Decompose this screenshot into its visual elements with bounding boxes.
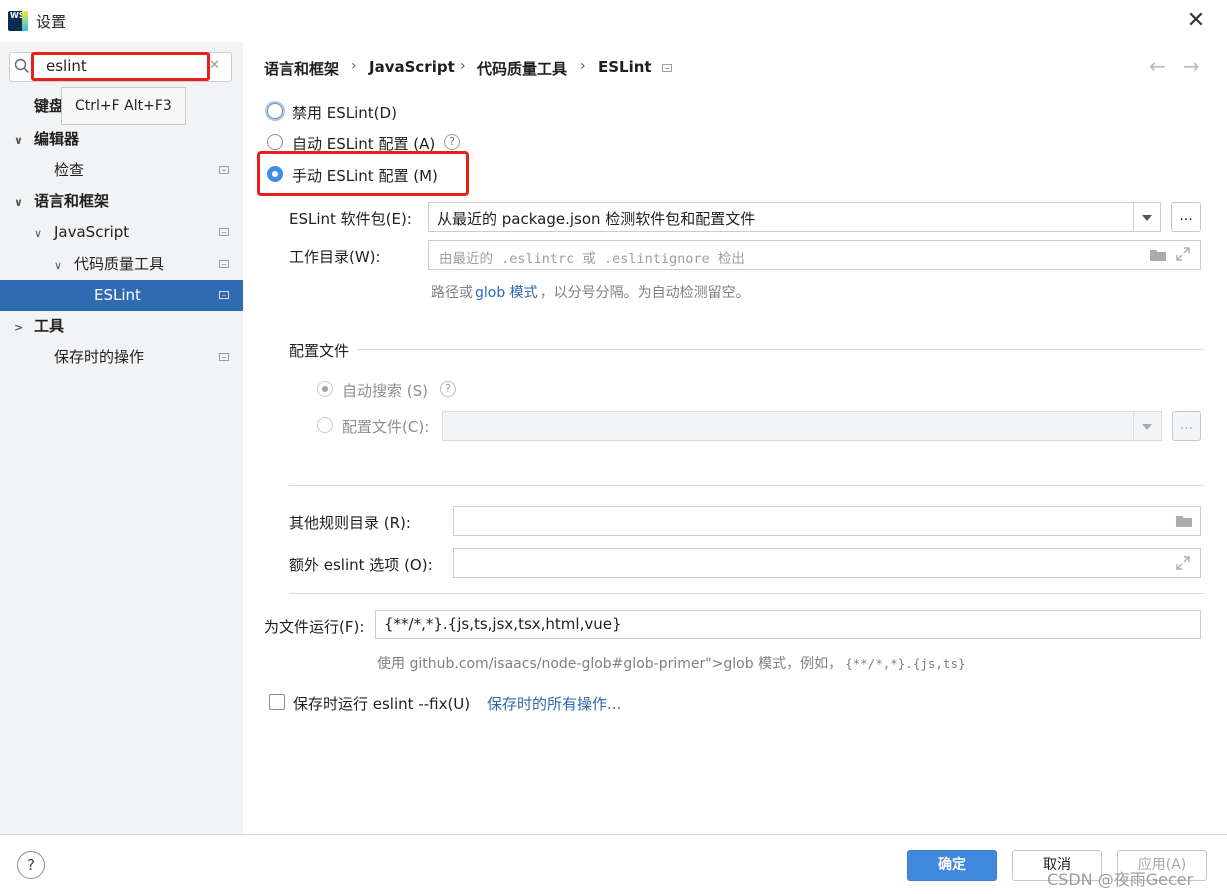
chevron-down-icon: ∨ <box>14 196 23 209</box>
config-file-radio[interactable] <box>317 417 333 433</box>
working-dir-label: 工作目录(W): <box>289 248 381 266</box>
hint-text: 路径或 <box>431 285 473 301</box>
config-file-select[interactable] <box>442 411 1162 441</box>
sidebar-item-code-quality[interactable]: ∨ 代码质量工具 <box>54 249 164 280</box>
sidebar-item-label: 键盘 <box>34 97 65 115</box>
auto-search-label: 自动搜索 (S) <box>342 382 428 400</box>
disable-eslint-radio[interactable] <box>267 103 283 119</box>
auto-search-radio[interactable] <box>317 381 333 397</box>
search-icon <box>14 58 29 73</box>
fix-on-save-checkbox[interactable] <box>269 694 285 710</box>
dropdown-divider <box>1133 203 1134 231</box>
breadcrumb-item-code-quality[interactable]: 代码质量工具 <box>477 58 567 79</box>
expand-icon[interactable] <box>1176 556 1190 570</box>
working-dir-placeholder: 由最近的 .eslintrc 或 .eslintignore 检出 <box>439 251 745 267</box>
sidebar-item-label: 语言和框架 <box>34 192 110 210</box>
title-bar <box>0 0 1227 42</box>
sidebar-item-label: 检查 <box>54 161 85 179</box>
project-scope-icon <box>219 353 229 361</box>
dropdown-divider <box>1133 412 1134 440</box>
chevron-down-icon[interactable] <box>1142 215 1152 221</box>
webstorm-app-icon: WS <box>8 11 28 31</box>
project-scope-icon <box>219 166 229 174</box>
auto-eslint-radio[interactable] <box>267 134 283 150</box>
section-divider <box>358 349 1204 350</box>
run-for-files-label: 为文件运行(F): <box>264 618 365 636</box>
sidebar-item-tools[interactable]: > 工具 <box>14 311 64 342</box>
hint-text: ，以分号分隔。为自动检测留空。 <box>539 285 750 301</box>
manual-option-highlight-box <box>257 151 469 196</box>
sidebar-item-label: 工具 <box>34 317 65 335</box>
sidebar-item-languages[interactable]: ∨ 语言和框架 <box>14 186 109 217</box>
actions-on-save-link[interactable]: 保存时的所有操作... <box>487 693 621 714</box>
config-file-label: 配置文件(C): <box>342 418 430 436</box>
chevron-down-icon: ∨ <box>34 227 43 240</box>
breadcrumb-item-javascript[interactable]: JavaScript <box>369 58 455 76</box>
clear-search-icon[interactable]: ✕ <box>209 58 220 73</box>
project-scope-icon <box>219 260 229 268</box>
sidebar-item-keymap[interactable]: 键盘 <box>34 91 64 122</box>
settings-sidebar <box>0 42 243 834</box>
sidebar-item-label: JavaScript <box>54 223 130 241</box>
chevron-down-icon[interactable] <box>1142 424 1152 430</box>
package-browse-button[interactable]: ... <box>1171 202 1201 232</box>
watermark: CSDN @夜雨Gecer <box>1047 870 1194 889</box>
search-highlight-box <box>31 52 210 81</box>
fix-on-save-label[interactable]: 保存时运行 eslint --fix(U) <box>293 693 470 714</box>
help-icon[interactable]: ? <box>444 134 460 150</box>
project-scope-icon <box>662 64 672 72</box>
ok-button[interactable]: 确定 <box>907 850 997 881</box>
working-dir-hint: 路径或 glob 模式 ，以分号分隔。为自动检测留空。 <box>431 282 750 302</box>
sidebar-item-label: 保存时的操作 <box>54 348 145 366</box>
config-browse-button[interactable]: ... <box>1172 411 1201 441</box>
eslint-package-value: 从最近的 package.json 检测软件包和配置文件 <box>437 210 756 228</box>
config-section-title: 配置文件 <box>289 342 350 360</box>
chevron-down-icon: ∨ <box>54 259 63 272</box>
project-scope-icon <box>219 228 229 236</box>
breadcrumb-item-eslint: ESLint <box>598 58 652 76</box>
breadcrumb-separator: › <box>460 58 466 74</box>
eslint-package-label: ESLint 软件包(E): <box>289 210 412 228</box>
help-button[interactable]: ? <box>17 851 45 879</box>
rules-dir-input[interactable] <box>453 506 1201 536</box>
sidebar-item-inspections[interactable]: 检查 <box>54 155 84 186</box>
folder-icon[interactable] <box>1175 514 1193 528</box>
sidebar-item-editor[interactable]: ∨ 编辑器 <box>14 124 79 155</box>
sidebar-item-eslint[interactable]: ESLint <box>94 280 141 311</box>
expand-icon[interactable] <box>1176 247 1190 261</box>
footer-divider <box>0 834 1227 835</box>
rules-dir-label: 其他规则目录 (R): <box>289 514 411 532</box>
back-arrow-icon[interactable]: ← <box>1149 54 1166 78</box>
chevron-right-icon: > <box>14 321 24 334</box>
extra-options-label: 额外 eslint 选项 (O): <box>289 556 433 574</box>
forward-arrow-icon[interactable]: → <box>1183 54 1200 78</box>
close-icon[interactable]: ✕ <box>1183 8 1209 34</box>
help-icon[interactable]: ? <box>440 381 456 397</box>
window-title: 设置 <box>36 13 67 31</box>
sidebar-item-label: ESLint <box>94 286 141 304</box>
breadcrumb-separator: › <box>580 58 586 74</box>
sidebar-item-javascript[interactable]: ∨ JavaScript <box>34 217 129 248</box>
glob-pattern-link[interactable]: glob 模式 <box>475 285 538 301</box>
project-scope-icon <box>219 291 229 299</box>
hint-text: 使用 github.com/isaacs/node-glob#glob-prim… <box>377 656 843 672</box>
folder-icon[interactable] <box>1149 248 1167 262</box>
glob-pattern-hint: 使用 github.com/isaacs/node-glob#glob-prim… <box>377 653 966 673</box>
extra-options-input[interactable] <box>453 548 1201 578</box>
shortcut-tooltip: Ctrl+F Alt+F3 <box>61 87 186 125</box>
section-divider <box>289 485 1204 486</box>
section-divider <box>289 593 1204 594</box>
sidebar-item-actions-on-save[interactable]: 保存时的操作 <box>54 342 144 373</box>
breadcrumb-separator: › <box>351 58 357 74</box>
sidebar-item-label: 代码质量工具 <box>74 255 165 273</box>
disable-eslint-label[interactable]: 禁用 ESLint(D) <box>292 102 397 123</box>
hint-example: {**/*,*}.{js,ts} <box>845 656 966 671</box>
breadcrumb-item-languages[interactable]: 语言和框架 <box>264 58 339 79</box>
chevron-down-icon: ∨ <box>14 134 23 147</box>
run-for-files-value: {**/*,*}.{js,ts,jsx,tsx,html,vue} <box>384 615 622 633</box>
sidebar-item-label: 编辑器 <box>34 130 80 148</box>
